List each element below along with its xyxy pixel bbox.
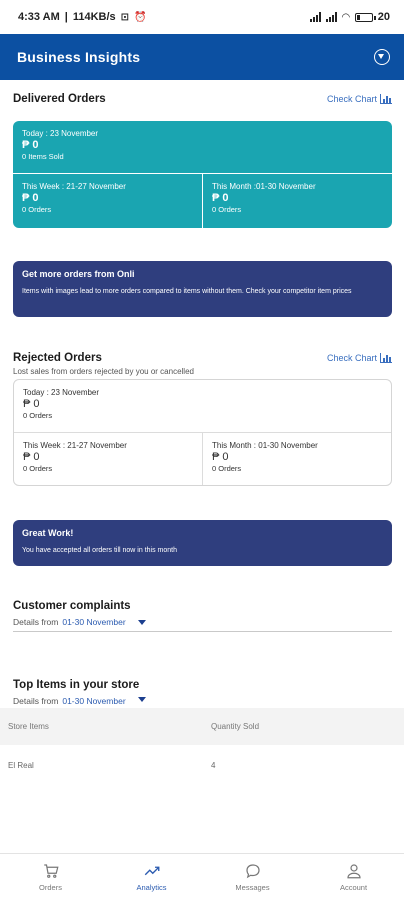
rejected-today: Today : 23 November ₱ 0 0 Orders xyxy=(14,380,391,433)
rejected-month-sub: 0 Orders xyxy=(212,464,242,473)
top-items-title: Top Items in your store xyxy=(13,679,140,691)
delivered-today: Today : 23 November ₱ 0 0 Items Sold xyxy=(13,121,392,174)
rejected-today-value: ₱ 0 xyxy=(23,398,40,410)
table-header: Store Items Quantity Sold xyxy=(0,708,404,745)
nav-account[interactable]: Account xyxy=(303,854,404,900)
bottom-navigation: Orders Analytics Messages Account xyxy=(0,853,404,900)
complaints-title: Customer complaints xyxy=(13,600,131,612)
nav-orders[interactable]: Orders xyxy=(0,854,101,900)
rejected-today-sub: 0 Orders xyxy=(23,411,53,420)
delivered-check-chart-link[interactable]: Check Chart xyxy=(327,94,392,104)
delivered-month-value: ₱ 0 xyxy=(212,192,229,204)
chart-icon xyxy=(380,353,392,363)
delivered-week: This Week : 21-27 November ₱ 0 0 Orders xyxy=(13,174,203,228)
date-range: 01-30 November xyxy=(62,617,126,627)
app-bar: Business Insights xyxy=(0,34,404,80)
usb-icon: ⊡ xyxy=(120,11,130,23)
divider xyxy=(13,631,392,632)
promo-title: Get more orders from Onli xyxy=(22,269,135,279)
battery-level: 20 xyxy=(377,11,390,23)
delivered-today-value: ₱ 0 xyxy=(22,139,39,151)
details-prefix: Details from xyxy=(13,696,59,706)
rejected-week-label: This Week : 21-27 November xyxy=(23,441,127,450)
rejected-today-label: Today : 23 November xyxy=(23,388,100,397)
nav-analytics-label: Analytics xyxy=(136,883,167,892)
delivered-month-sub: 0 Orders xyxy=(212,205,242,214)
table-row[interactable]: El Real 4 xyxy=(0,745,404,785)
complaints-header: Customer complaints xyxy=(13,600,392,612)
complaints-date-dropdown[interactable]: Details from 01-30 November xyxy=(13,617,146,627)
signal-icon-2 xyxy=(326,12,338,22)
battery-icon xyxy=(354,12,376,22)
details-prefix: Details from xyxy=(13,617,59,627)
chart-icon xyxy=(380,94,392,104)
delivered-week-sub: 0 Orders xyxy=(22,205,52,214)
promo-card[interactable]: Get more orders from Onli Items with ima… xyxy=(13,261,392,317)
date-range: 01-30 November xyxy=(62,696,126,706)
analytics-icon xyxy=(144,866,159,876)
column-header-store-items: Store Items xyxy=(8,722,49,731)
delivered-today-sub: 0 Items Sold xyxy=(22,152,64,161)
item-name: El Real xyxy=(8,760,34,770)
rejected-week: This Week : 21-27 November ₱ 0 0 Orders xyxy=(14,433,203,485)
delivered-month: This Month :01-30 November ₱ 0 0 Orders xyxy=(203,174,392,228)
nav-messages[interactable]: Messages xyxy=(202,854,303,900)
nav-orders-label: Orders xyxy=(39,883,62,892)
filter-icon[interactable] xyxy=(374,49,390,65)
top-items-table: Store Items Quantity Sold El Real 4 xyxy=(0,708,404,785)
check-chart-label: Check Chart xyxy=(326,94,377,104)
signal-icon xyxy=(310,12,322,22)
status-bar: 4:33 AM | 114KB/s ⊡ ⏰ ◠ 20 xyxy=(0,0,404,34)
great-work-title: Great Work! xyxy=(22,528,74,538)
delivered-week-label: This Week : 21-27 November xyxy=(22,182,126,191)
rejected-check-chart-link[interactable]: Check Chart xyxy=(327,353,392,363)
rejected-month-value: ₱ 0 xyxy=(212,451,229,463)
status-network-speed: 114KB/s xyxy=(72,11,116,23)
rejected-orders-card[interactable]: Today : 23 November ₱ 0 0 Orders This We… xyxy=(13,379,392,486)
delivered-today-label: Today : 23 November xyxy=(22,129,99,138)
page-title: Business Insights xyxy=(17,49,141,65)
status-time: 4:33 AM xyxy=(18,11,60,23)
alarm-icon: ⏰ xyxy=(134,11,147,23)
nav-messages-label: Messages xyxy=(235,883,270,892)
delivered-orders-header: Delivered Orders Check Chart xyxy=(13,93,392,105)
column-header-quantity-sold: Quantity Sold xyxy=(211,722,260,731)
person-icon xyxy=(346,864,361,879)
rejected-orders-subtitle: Lost sales from orders rejected by you o… xyxy=(13,367,194,376)
rejected-month: This Month : 01-30 November ₱ 0 0 Orders xyxy=(203,433,391,485)
delivered-week-value: ₱ 0 xyxy=(22,192,39,204)
chat-icon xyxy=(245,864,260,879)
cart-icon xyxy=(43,864,59,878)
promo-body: Items with images lead to more orders co… xyxy=(22,288,352,295)
item-quantity: 4 xyxy=(211,760,216,770)
rejected-month-label: This Month : 01-30 November xyxy=(212,441,318,450)
nav-analytics[interactable]: Analytics xyxy=(101,854,202,900)
great-work-body: You have accepted all orders till now in… xyxy=(22,547,177,554)
chevron-down-icon xyxy=(137,619,146,625)
delivered-month-label: This Month :01-30 November xyxy=(212,182,316,191)
nav-account-label: Account xyxy=(339,883,368,892)
rejected-orders-title: Rejected Orders xyxy=(13,352,102,364)
rejected-orders-header: Rejected Orders Check Chart xyxy=(13,352,392,364)
rejected-week-value: ₱ 0 xyxy=(23,451,40,463)
delivered-orders-card[interactable]: Today : 23 November ₱ 0 0 Items Sold Thi… xyxy=(13,121,392,228)
rejected-week-sub: 0 Orders xyxy=(23,464,53,473)
great-work-card: Great Work! You have accepted all orders… xyxy=(13,520,392,566)
top-items-header: Top Items in your store xyxy=(13,679,392,691)
chevron-down-icon xyxy=(137,696,146,702)
wifi-icon: ◠ xyxy=(342,11,350,23)
check-chart-label: Check Chart xyxy=(326,353,377,363)
top-items-date-dropdown[interactable]: Details from 01-30 November xyxy=(13,696,146,706)
delivered-orders-title: Delivered Orders xyxy=(13,93,106,105)
